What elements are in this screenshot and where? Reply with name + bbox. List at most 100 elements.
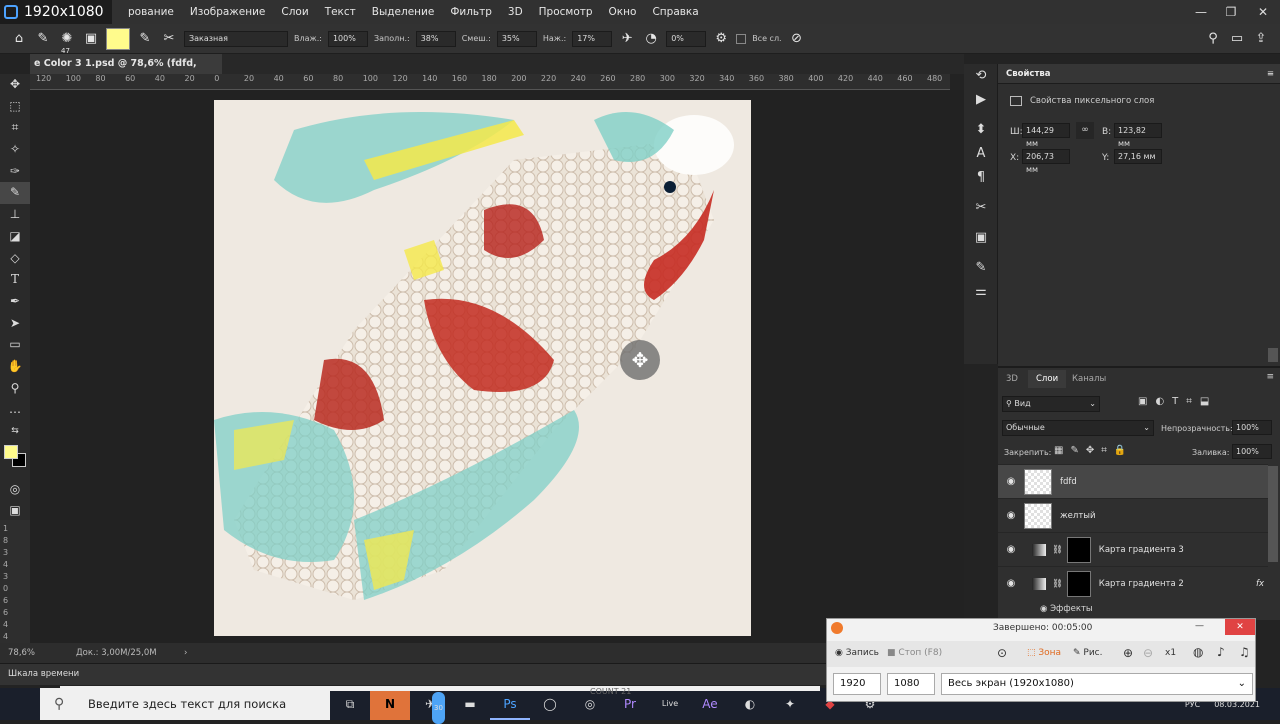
microphone-icon[interactable]: ♫ (1239, 645, 1250, 659)
move-tool-icon[interactable]: ✥ (0, 74, 30, 96)
path-select-tool-icon[interactable]: ➤ (0, 313, 30, 335)
after-effects-icon[interactable]: Ae (690, 688, 730, 720)
tab-channels[interactable]: Каналы (1072, 370, 1106, 388)
clean-brush-icon[interactable]: ✎ (136, 30, 154, 48)
capture-mode-select[interactable]: Весь экран (1920x1080) ⌄ (941, 673, 1253, 695)
brush-settings-panel-icon[interactable]: ⚌ (964, 280, 998, 304)
menu-item[interactable]: 3D (500, 0, 531, 24)
taskbar-search[interactable]: ⚲ Введите здесь текст для поиска (40, 688, 330, 720)
eye-icon[interactable]: ◉ (998, 578, 1024, 589)
adjustments-icon[interactable]: ⬍ (964, 118, 998, 142)
brush-tool-icon[interactable]: ✎ (0, 182, 30, 205)
opacity-input[interactable]: 100% (1232, 420, 1272, 435)
panel-menu-icon[interactable]: ≡ (1267, 64, 1274, 84)
link-icon[interactable]: ∞ (1076, 122, 1094, 139)
menu-item[interactable]: Фильтр (442, 0, 500, 24)
height-input[interactable]: 1080 (887, 673, 935, 695)
history-icon[interactable]: ⟲ (964, 64, 998, 88)
minimize-button[interactable]: — (1186, 0, 1216, 24)
eye-icon[interactable]: ◉ (998, 476, 1024, 487)
fill-input[interactable]: 100% (1232, 444, 1272, 459)
hand-tool-icon[interactable]: ✋ (0, 356, 30, 378)
image-canvas[interactable]: ✥ (214, 100, 751, 636)
timeline-title[interactable]: Шкала времени (8, 669, 79, 679)
mixer-brush-icon[interactable]: ✎ (34, 30, 52, 48)
quick-mask-icon[interactable]: ◎ (0, 479, 30, 501)
layer-row[interactable]: ◉ ⛓ Карта градиента 2 fx (998, 566, 1268, 600)
menu-item[interactable]: Изображение (182, 0, 274, 24)
status-arrow-icon[interactable]: › (184, 643, 187, 663)
load-brush-icon[interactable]: ✂ (160, 30, 178, 48)
pressure-icon[interactable]: ⊘ (788, 30, 806, 48)
recorder-minimize-button[interactable]: — (1195, 621, 1204, 631)
paragraph-icon[interactable]: ¶ (964, 166, 998, 190)
notion-icon[interactable]: N (370, 688, 410, 720)
zoom-tool-icon[interactable]: ⚲ (0, 378, 30, 400)
speaker-icon[interactable]: ♪ (1217, 645, 1225, 659)
mix-input[interactable]: 35% (496, 30, 537, 47)
pen-tool-icon[interactable]: ✒ (0, 291, 30, 313)
airbrush-icon[interactable]: ✈ (618, 30, 636, 48)
effects-row[interactable]: ◉ Эффекты (1040, 604, 1093, 614)
crop-tool-icon[interactable]: ⌗ (0, 117, 30, 139)
brush-preset-picker[interactable]: ✺ 47 (58, 30, 76, 55)
menu-item[interactable]: рование (120, 0, 182, 24)
type-tool-icon[interactable]: T (0, 269, 30, 291)
more-tools-icon[interactable]: … (0, 399, 30, 421)
fx-badge[interactable]: fx (1256, 579, 1264, 589)
file-explorer-icon[interactable]: ▬ (450, 688, 490, 720)
zoom-in-icon[interactable]: ⊕ (1123, 646, 1133, 660)
properties-tab[interactable]: Свойства ≡ (998, 64, 1280, 84)
menu-item[interactable]: Справка (644, 0, 706, 24)
whatsapp-icon[interactable]: ◯ (530, 688, 570, 720)
tools-preset-icon[interactable]: ✂ (964, 196, 998, 220)
menu-item[interactable]: Текст (317, 0, 364, 24)
load-color-swatch[interactable] (106, 27, 130, 50)
zone-button[interactable]: ⬚ Зона (1027, 648, 1061, 658)
rectangle-tool-icon[interactable]: ▭ (0, 334, 30, 356)
flow-input[interactable]: 17% (572, 30, 613, 47)
marquee-tool-icon[interactable]: ⬚ (0, 96, 30, 118)
webcam-icon[interactable]: ◍ (1193, 645, 1203, 659)
layers-scrollbar[interactable] (1268, 466, 1278, 562)
eraser-tool-icon[interactable]: ◪ (0, 226, 30, 248)
swap-colors-icon[interactable]: ⇆ (0, 421, 30, 443)
stop-button[interactable]: ■ Стоп (F8) (887, 648, 942, 658)
timer-icon[interactable]: ⊙ (997, 646, 1007, 660)
tab-3d[interactable]: 3D (1006, 370, 1018, 388)
workspace-icon[interactable]: ▭ (1228, 30, 1246, 48)
menu-item[interactable]: Окно (601, 0, 645, 24)
blender-icon[interactable]: ◐ (730, 688, 770, 720)
paint-bucket-tool-icon[interactable]: ◇ (0, 248, 30, 270)
y-input[interactable]: 27,16 мм (1114, 149, 1162, 164)
eye-icon[interactable]: ◉ (998, 510, 1024, 521)
foreground-color[interactable] (4, 444, 18, 459)
blend-mode-select[interactable]: Обычные ⌄ (1002, 420, 1154, 436)
gear-icon[interactable]: ⚙ (712, 30, 730, 48)
screen-mode-icon[interactable]: ▣ (0, 500, 30, 522)
layers-menu-icon[interactable]: ≡ (1266, 372, 1274, 382)
eye-icon[interactable]: ◉ (998, 544, 1024, 555)
layer-row[interactable]: ◉ ⛓ Карта градиента 3 (998, 532, 1268, 566)
draw-button[interactable]: ✎ Рис. (1073, 648, 1103, 658)
lock-icons[interactable]: ▦✎✥⌗🔒 (1054, 445, 1133, 456)
live-icon[interactable]: Live (650, 688, 690, 720)
brushes-icon[interactable]: ✎ (964, 256, 998, 280)
app-icon[interactable]: ✦ (770, 688, 810, 720)
stamp-tool-icon[interactable]: ⊥ (0, 204, 30, 226)
menu-item[interactable]: Просмотр (531, 0, 601, 24)
preset-select[interactable]: Заказная (184, 30, 288, 47)
eyedropper-tool-icon[interactable]: ✑ (0, 161, 30, 183)
layer-row[interactable]: ◉ желтый (998, 498, 1268, 532)
zoom-out-icon[interactable]: ⊖ (1143, 646, 1153, 660)
recorder-close-button[interactable]: ✕ (1225, 619, 1255, 635)
wet-input[interactable]: 100% (327, 30, 368, 47)
magic-wand-tool-icon[interactable]: ✧ (0, 139, 30, 161)
close-button[interactable]: ✕ (1248, 0, 1278, 24)
width-input[interactable]: 1920 (833, 673, 881, 695)
home-icon[interactable]: ⌂ (10, 30, 28, 48)
brush-settings-icon[interactable]: ▣ (82, 30, 100, 48)
telegram-icon[interactable]: ✈ 30 (410, 688, 450, 724)
color-swatches[interactable] (0, 443, 30, 479)
task-view-icon[interactable]: ⧉ (330, 688, 370, 720)
